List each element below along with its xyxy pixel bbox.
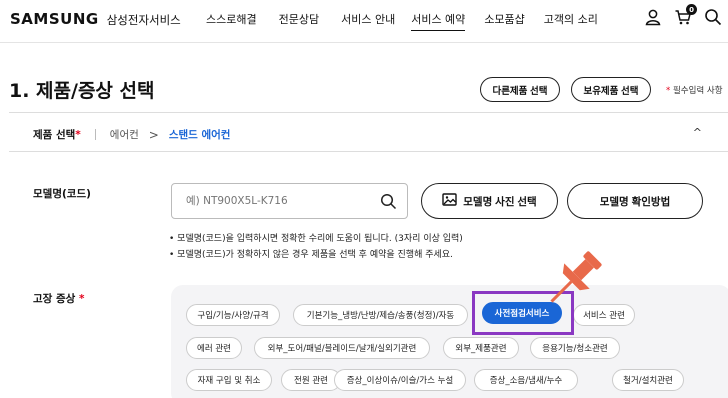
nav-service-booking[interactable]: 서비스 예약 [411, 11, 466, 31]
divider [9, 151, 728, 152]
model-howto-button[interactable]: 모델명 확인방법 [567, 183, 703, 219]
owned-product-button[interactable]: 보유제품 선택 [571, 77, 651, 102]
required-star: * [666, 86, 671, 96]
symptom-chip[interactable]: 자재 구입 및 취소 [186, 369, 272, 391]
header-icons: 0 [644, 4, 722, 26]
symptom-chip[interactable]: 증상_소음/냄새/누수 [474, 369, 578, 391]
cart-icon[interactable]: 0 [674, 4, 697, 26]
nav-self-help[interactable]: 스스로해결 [206, 11, 271, 31]
divider [9, 112, 728, 113]
model-photo-button[interactable]: 모델명 사진 선택 [421, 183, 558, 219]
required-star: * [75, 129, 81, 141]
symptom-chip[interactable]: 외부_도어/패널/블레이드/날개/실외기관련 [254, 337, 430, 359]
model-name-input[interactable] [186, 195, 376, 207]
samsung-logo[interactable]: SAMSUNG 삼성전자서비스 [10, 10, 181, 28]
search-icon[interactable] [704, 8, 722, 26]
collapse-toggle-icon[interactable]: ^ [693, 126, 702, 139]
nav-consumables[interactable]: 소모품샵 [484, 11, 538, 31]
note-line: • 모델명(코드)가 정확하지 않은 경우 제품을 선택 후 예약을 진행해 주… [169, 250, 453, 260]
model-search-field[interactable] [171, 183, 408, 219]
header-divider [0, 42, 728, 43]
symptom-chip[interactable]: 증상_이상이슈/이슬/가스 누설 [334, 369, 466, 391]
product-select-label-text: 제품 선택 [33, 129, 76, 141]
required-star: * [78, 293, 85, 305]
required-note: * 필수입력 사항 [666, 84, 723, 96]
nav-consult[interactable]: 전문상담 [279, 11, 333, 31]
nav-service-info[interactable]: 서비스 안내 [341, 11, 409, 31]
logo-subtitle: 삼성전자서비스 [106, 13, 181, 27]
breadcrumb-product[interactable]: 스탠드 에어컨 [169, 127, 231, 142]
symptom-chip[interactable]: 응용기능/청소관련 [530, 337, 620, 359]
model-photo-label: 모델명 사진 선택 [463, 195, 537, 208]
symptom-chip[interactable]: 철거/설치관련 [612, 369, 684, 391]
search-icon[interactable] [380, 193, 397, 213]
symptom-chip[interactable]: 외부_제품관련 [443, 337, 519, 359]
model-notes: • 모델명(코드)을 입력하시면 정확한 수리에 도움이 됩니다. (3자리 이… [169, 231, 463, 263]
symptom-chip[interactable]: 전원 관련 [281, 369, 341, 391]
product-select-label: 제품 선택* [33, 127, 81, 142]
cart-count-badge: 0 [686, 4, 697, 15]
separator [94, 129, 96, 140]
fault-symptom-label-text: 고장 증상 [33, 293, 76, 305]
note-line: • 모델명(코드)을 입력하시면 정확한 수리에 도움이 됩니다. (3자리 이… [169, 234, 463, 244]
other-product-button[interactable]: 다른제품 선택 [480, 77, 560, 102]
pushpin-icon [530, 248, 614, 318]
site-header: SAMSUNG 삼성전자서비스 스스로해결 전문상담 서비스 안내 서비스 예약… [0, 0, 728, 40]
fault-symptom-label: 고장 증상 * [33, 291, 84, 306]
required-note-text: 필수입력 사항 [672, 86, 723, 96]
page-title: 1. 제품/증상 선택 [9, 80, 155, 102]
symptom-chip[interactable]: 에러 관련 [186, 337, 242, 359]
image-icon [442, 193, 457, 209]
product-breadcrumb: 제품 선택* 에어컨 > 스탠드 에어컨 [33, 127, 230, 142]
symptom-chip[interactable]: 기본기능_냉방/난방/제습/송풍(청정)/자동 [293, 304, 468, 326]
nav-customer-voice[interactable]: 고객의 소리 [544, 11, 612, 31]
main-nav: 스스로해결 전문상담 서비스 안내 서비스 예약 소모품샵 고객의 소리 [206, 11, 612, 31]
user-icon[interactable] [644, 8, 662, 26]
breadcrumb-category[interactable]: 에어컨 [110, 127, 139, 142]
symptom-chip[interactable]: 구입/기능/사양/규격 [186, 304, 280, 326]
chevron-right-icon: > [148, 127, 159, 142]
model-name-label: 모델명(코드) [33, 188, 91, 200]
logo-wordmark: SAMSUNG [10, 10, 99, 28]
